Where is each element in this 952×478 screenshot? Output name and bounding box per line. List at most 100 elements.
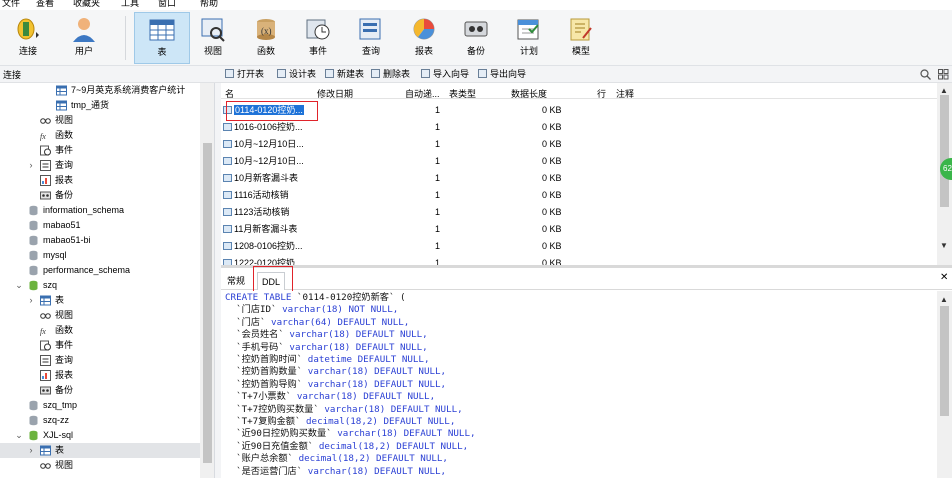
column-autoincrement-header[interactable]: 自动递... [405,87,440,100]
tree-item[interactable]: fx 函数 [0,323,200,338]
schedule-button[interactable]: 计划 [501,12,557,64]
function-button[interactable]: (x) 函数 [238,12,294,64]
connect-button[interactable]: 连接 [0,12,56,64]
data-length-cell: 0 KB [542,241,562,251]
scroll-down-icon[interactable]: ▼ [940,241,948,250]
menu-file[interactable]: 文件 [2,0,20,9]
table-row[interactable]: 1222-0120控奶... 1 0 KB [221,255,941,265]
tree-item[interactable]: 事件 [0,338,200,353]
expand-toggle-icon[interactable]: › [26,443,36,458]
table-row[interactable]: 1016-0106控奶... 1 0 KB [221,119,941,136]
grid-view-icon[interactable] [938,69,949,80]
search-icon[interactable] [920,69,931,80]
tree-item[interactable]: 事件 [0,143,200,158]
tree-item[interactable]: 视图 [0,458,200,473]
table-row[interactable]: 1123活动核销 1 0 KB [221,204,941,221]
tree-item[interactable]: › 表 [0,293,200,308]
delete-table-button[interactable]: 删除表 [371,68,410,81]
table-row[interactable]: 1116活动核销 1 0 KB [221,187,941,204]
tree-item[interactable]: fx 函数 [0,128,200,143]
expand-toggle-icon[interactable]: ⌄ [14,428,24,443]
tree-item[interactable]: ⌄ szq [0,278,200,293]
tree-item[interactable]: › 查询 [0,158,200,173]
data-length-cell: 0 KB [542,190,562,200]
tree-item[interactable]: 报表 [0,173,200,188]
tab-general[interactable]: 常规 [223,272,249,290]
design-table-button[interactable]: 设计表 [277,68,316,81]
expand-toggle-icon[interactable]: › [26,158,36,173]
column-modified-header[interactable]: 修改日期 [317,87,353,100]
tree-item[interactable]: 查询 [0,353,200,368]
table-name-text: 10月~12月10日... [234,139,304,149]
table-row[interactable]: 1208-0106控奶... 1 0 KB [221,238,941,255]
tree-item[interactable]: ⌄ XJL-sql [0,428,200,443]
tree-item[interactable]: 备份 [0,188,200,203]
tree-item[interactable]: mabao51 [0,218,200,233]
column-comment-header[interactable]: 注释 [616,87,634,100]
report-button[interactable]: 报表 [396,12,452,64]
ddl-text-area[interactable]: CREATE TABLE `0114-0120控奶新客` ( `门店ID` va… [221,291,937,478]
tree-item[interactable]: tmp_通货 [0,98,200,113]
scroll-up-icon[interactable]: ▲ [940,86,948,95]
table-name-text: 1016-0106控奶... [234,122,303,132]
table-row[interactable]: 10月新客漏斗表 1 0 KB [221,170,941,187]
ddl-keyword: decimal(18,2) DEFAULT NULL, [306,416,456,428]
tree-item[interactable]: szq_tmp [0,398,200,413]
export-wizard-button[interactable]: 导出向导 [478,68,526,81]
ddl-scroll-thumb[interactable] [940,306,949,416]
tree-item[interactable]: performance_schema [0,263,200,278]
menu-help[interactable]: 帮助 [200,0,218,9]
tree-item[interactable]: 视图 [0,308,200,323]
new-table-button[interactable]: 新建表 [325,68,364,81]
event-button[interactable]: 事件 [290,12,346,64]
table-row[interactable]: 10月~12月10日... 1 0 KB [221,136,941,153]
menu-favorites[interactable]: 收藏夹 [73,0,100,9]
menu-tools[interactable]: 工具 [121,0,139,9]
column-type-header[interactable]: 表类型 [449,87,476,100]
object-list-header: 名 修改日期 自动递... 表类型 数据长度 行 注释 [221,85,941,99]
tree-item-label: mysql [43,250,67,260]
column-name-header[interactable]: 名 [225,87,234,100]
table-row[interactable]: 11月新客漏斗表 1 0 KB [221,221,941,238]
model-button[interactable]: 模型 [553,12,609,64]
menu-view[interactable]: 查看 [36,0,54,9]
object-list-scroll-thumb[interactable] [940,95,949,207]
column-rows-header[interactable]: 行 [597,87,606,100]
ddl-keyword: varchar(18) NOT NULL, [282,304,399,316]
tree-item[interactable]: mabao51-bi [0,233,200,248]
tree-item[interactable]: › 表 [0,443,200,458]
view-button[interactable]: 视图 [185,12,241,64]
ddl-scroll-up-icon[interactable]: ▲ [940,295,948,304]
sidebar-scroll-thumb[interactable] [203,143,212,463]
tree-item[interactable]: 报表 [0,368,200,383]
expand-toggle-icon[interactable]: › [26,293,36,308]
table-icon [223,242,232,250]
tree-item[interactable]: 视图 [0,113,200,128]
user-button[interactable]: 用户 [56,12,112,64]
tree-item-label: 查询 [55,160,74,170]
query-button[interactable]: 查询 [343,12,399,64]
data-length-cell: 0 KB [542,122,562,132]
open-table-button[interactable]: 打开表 [225,68,264,81]
tree-item[interactable]: 备份 [0,383,200,398]
backup-button[interactable]: 备份 [448,12,504,64]
tree-item[interactable]: 7~9月英克系统消费客户统计 [0,83,200,98]
tree-item[interactable]: szq-zz [0,413,200,428]
sidebar-scrollbar[interactable] [200,83,214,478]
import-wizard-button[interactable]: 导入向导 [421,68,469,81]
ddl-scrollbar[interactable]: ▲ [937,291,952,478]
tab-ddl[interactable]: DDL [257,272,286,290]
table-row[interactable]: 0114-0120控奶... 1 0 KB [221,102,941,119]
tree-item[interactable]: information_schema [0,203,200,218]
auto-increment-cell: 1 [435,173,441,183]
ddl-keyword: varchar(18) DEFAULT NULL, [307,378,447,390]
table-row[interactable]: 10月~12月10日... 1 0 KB [221,153,941,170]
ddl-line: `账户总余额` decimal(18,2) DEFAULT NULL, [225,453,937,465]
tree-item-label: 备份 [55,385,74,395]
tree-item[interactable]: mysql [0,248,200,263]
table-button[interactable]: 表 [134,12,190,64]
menu-window[interactable]: 窗口 [158,0,176,9]
close-icon[interactable]: ✕ [940,272,948,283]
column-datalength-header[interactable]: 数据长度 [511,87,547,100]
expand-toggle-icon[interactable]: ⌄ [14,278,24,293]
